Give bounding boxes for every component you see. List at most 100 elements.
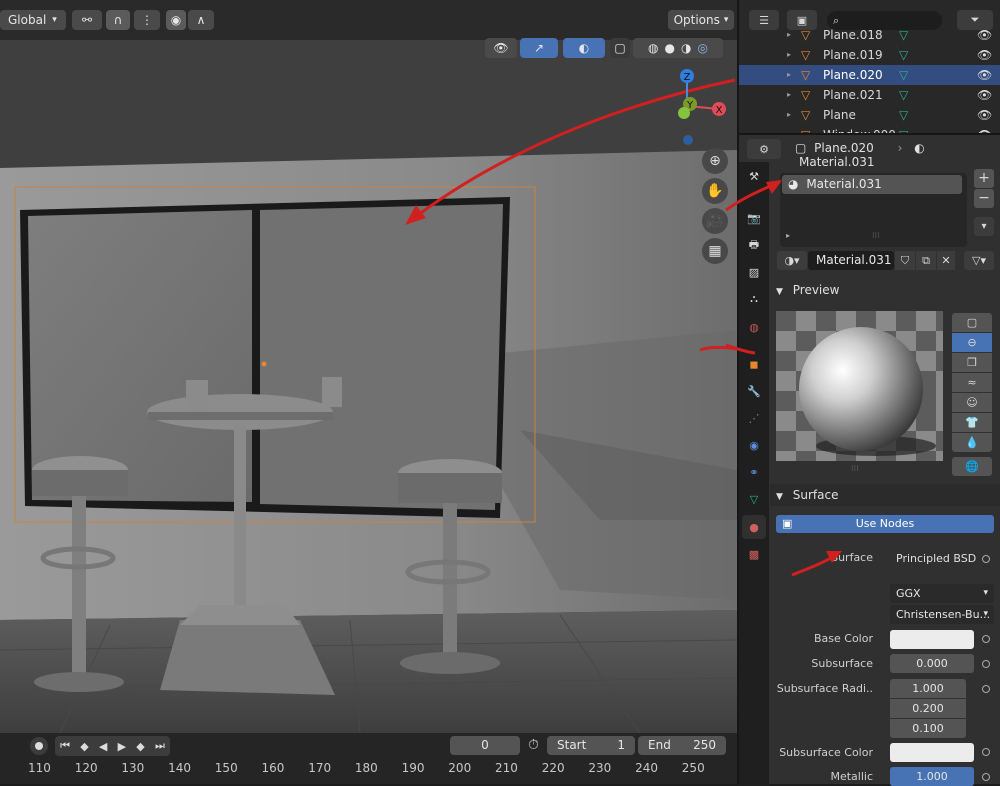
socket-dot-icon[interactable] bbox=[982, 748, 990, 756]
remove-slot-button[interactable]: − bbox=[974, 189, 994, 208]
gizmo-toggle[interactable]: ↗ bbox=[520, 38, 558, 58]
subsurface-radius-z-field[interactable]: 0.100 bbox=[890, 719, 966, 738]
scene-render[interactable] bbox=[0, 0, 737, 733]
preview-monkey-button[interactable]: ☺ bbox=[952, 393, 992, 412]
frame-tick-label: 230 bbox=[588, 761, 612, 775]
transform-orientation-dropdown[interactable]: Global ▾ bbox=[0, 10, 66, 30]
subsurface-color-swatch[interactable] bbox=[890, 743, 974, 762]
eye-icon[interactable]: 👁 bbox=[977, 65, 992, 85]
jump-end-icon[interactable]: ⏭ bbox=[155, 739, 165, 753]
frame-tick-label: 170 bbox=[308, 761, 332, 775]
shield-icon: ⛉ bbox=[900, 254, 910, 267]
visibility-dropdown[interactable]: 👁 bbox=[485, 38, 517, 58]
shading-modes[interactable]: ◍ ● ◑ ◎ bbox=[633, 38, 723, 58]
snap-toggle[interactable]: ∩ bbox=[106, 10, 130, 30]
frame-tick-label: 160 bbox=[261, 761, 285, 775]
subsurface-radius-x-field[interactable]: 1.000 bbox=[890, 679, 966, 698]
overlays-toggle[interactable]: ◐ bbox=[563, 38, 605, 58]
socket-dot-icon[interactable] bbox=[982, 685, 990, 693]
eye-icon[interactable]: 👁 bbox=[977, 105, 992, 125]
3d-viewport[interactable]: Global ▾ ⚯ ∩ ⋮ ◉ ∧ Options ▾ 👁 ↗ ◐ ▢ ◍ ●… bbox=[0, 0, 737, 733]
jump-start-icon[interactable]: ⏮ bbox=[60, 739, 70, 753]
subsurface-label: Subsurface bbox=[811, 657, 873, 670]
slot-specials-button[interactable]: ▾ bbox=[974, 217, 994, 236]
end-frame-field[interactable]: End 250 bbox=[638, 736, 726, 755]
subsurface-method-dropdown[interactable]: Christensen-Bu... ▾ bbox=[890, 605, 994, 624]
outliner-row[interactable]: ▸ ▽ Plane.021 ▽ 👁 bbox=[739, 85, 1000, 105]
duplicate-material-button[interactable]: ⧉ bbox=[916, 251, 936, 270]
preview-sphere-button[interactable]: ⊖ bbox=[952, 333, 992, 352]
subsurface-field[interactable]: 0.000 bbox=[890, 654, 974, 673]
unlink-material-button[interactable]: ✕ bbox=[937, 251, 955, 270]
expand-arrow-icon[interactable]: ▸ bbox=[787, 105, 791, 125]
outliner-item-label: Plane.019 bbox=[823, 48, 883, 62]
cube-icon: ❐ bbox=[967, 356, 977, 369]
frame-tick-label: 220 bbox=[541, 761, 565, 775]
transform-pivot-button[interactable]: ⚯ bbox=[72, 10, 102, 30]
mesh-data-icon: ▽ bbox=[899, 108, 909, 122]
snap-mode-dropdown[interactable]: ⋮ bbox=[134, 10, 160, 30]
end-value: 250 bbox=[693, 738, 716, 752]
socket-dot-icon[interactable] bbox=[982, 660, 990, 668]
preview-world-button[interactable]: 🌐 bbox=[952, 457, 992, 476]
outliner-item-label: Plane bbox=[823, 108, 856, 122]
falloff-curve-icon: ∧ bbox=[196, 13, 206, 27]
expand-arrow-icon[interactable]: ▸ bbox=[787, 65, 791, 85]
material-shading-icon[interactable]: ◑ bbox=[681, 38, 691, 58]
outliner-row[interactable]: ▸ ▽ Plane.020 ▽ 👁 bbox=[739, 65, 1000, 85]
play-icon[interactable]: ▶ bbox=[118, 740, 126, 753]
editor-type-dropdown[interactable]: ⚙ bbox=[747, 139, 781, 159]
surface-shader-field[interactable]: Principled BSD bbox=[890, 549, 980, 568]
play-reverse-icon[interactable]: ◀ bbox=[99, 740, 107, 753]
preview-fluid-button[interactable]: 💧 bbox=[952, 433, 992, 452]
expand-arrow-icon[interactable]: ▸ bbox=[787, 25, 791, 45]
navigation-gizmo[interactable]: Z Y X bbox=[670, 64, 734, 148]
distribution-dropdown[interactable]: GGX ▾ bbox=[890, 584, 994, 603]
socket-dot-icon[interactable] bbox=[982, 773, 990, 781]
minus-icon: − bbox=[978, 190, 990, 206]
preview-flat-button[interactable]: ▢ bbox=[952, 313, 992, 332]
breadcrumb-material: Material.031 bbox=[799, 155, 875, 169]
add-slot-button[interactable]: + bbox=[974, 169, 994, 188]
solid-shading-icon[interactable]: ● bbox=[665, 38, 675, 58]
preview-cube-button[interactable]: ❐ bbox=[952, 353, 992, 372]
link-type-dropdown[interactable]: ▽▾ bbox=[964, 251, 994, 270]
metallic-slider[interactable]: 1.000 bbox=[890, 767, 974, 786]
stopwatch-icon[interactable]: ⏱ bbox=[528, 737, 539, 753]
options-dropdown[interactable]: Options ▾ bbox=[668, 10, 734, 30]
frame-tick-label: 180 bbox=[354, 761, 378, 775]
outliner-row[interactable]: ▸ ▽ Plane.018 ▽ 👁 bbox=[739, 25, 1000, 45]
xray-toggle[interactable]: ▢ bbox=[610, 38, 630, 58]
current-frame-field[interactable]: 0 bbox=[450, 736, 520, 755]
base-color-swatch[interactable] bbox=[890, 630, 974, 649]
frame-tick-label: 210 bbox=[495, 761, 518, 775]
mesh-data-icon: ▽ bbox=[899, 68, 909, 82]
wireframe-shading-icon[interactable]: ◍ bbox=[648, 38, 658, 58]
rendered-shading-icon[interactable]: ◎ bbox=[697, 38, 707, 58]
socket-dot-icon[interactable] bbox=[982, 555, 990, 563]
chevron-down-icon: ▾ bbox=[983, 588, 988, 598]
eye-icon[interactable]: 👁 bbox=[977, 45, 992, 65]
record-button[interactable] bbox=[30, 737, 48, 755]
expand-arrow-icon[interactable]: ▸ bbox=[787, 85, 791, 105]
prev-keyframe-icon[interactable]: ◆ bbox=[80, 740, 88, 753]
fake-user-button[interactable]: ⛉ bbox=[895, 251, 915, 270]
plane-icon: ▢ bbox=[966, 316, 978, 329]
preview-hair-button[interactable]: ≈ bbox=[952, 373, 992, 392]
proportional-edit-toggle[interactable]: ◉ bbox=[166, 10, 186, 30]
eye-icon[interactable]: 👁 bbox=[977, 85, 992, 105]
falloff-dropdown[interactable]: ∧ bbox=[188, 10, 214, 30]
axis-z-label: Z bbox=[684, 72, 691, 83]
proportional-icon: ◉ bbox=[170, 13, 182, 27]
resize-handle[interactable]: ⁝⁝⁝ bbox=[872, 231, 880, 240]
start-frame-field[interactable]: Start 1 bbox=[547, 736, 635, 755]
next-keyframe-icon[interactable]: ◆ bbox=[136, 740, 144, 753]
socket-dot-icon[interactable] bbox=[982, 635, 990, 643]
use-nodes-label: Use Nodes bbox=[855, 517, 915, 530]
eye-icon[interactable]: 👁 bbox=[977, 25, 992, 45]
subsurface-radius-y-field[interactable]: 0.200 bbox=[890, 699, 966, 718]
outliner-row[interactable]: ▸ ▽ Plane ▽ 👁 bbox=[739, 105, 1000, 125]
expand-arrow-icon[interactable]: ▸ bbox=[787, 45, 791, 65]
outliner-row[interactable]: ▸ ▽ Plane.019 ▽ 👁 bbox=[739, 45, 1000, 65]
preview-cloth-button[interactable]: 👕 bbox=[952, 413, 992, 432]
